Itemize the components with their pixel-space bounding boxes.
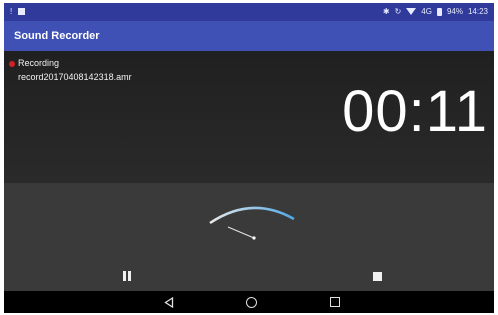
- pause-button[interactable]: [122, 271, 132, 281]
- back-icon[interactable]: [164, 297, 174, 308]
- recents-icon[interactable]: [330, 297, 340, 307]
- image-icon: [18, 8, 26, 15]
- elapsed-timer: 00:11: [342, 79, 488, 144]
- sync-icon: ↻: [394, 7, 402, 16]
- app-bar: Sound Recorder: [4, 21, 494, 51]
- status-bar-left: !: [10, 7, 26, 16]
- recording-filename: record20170408142318.amr: [18, 72, 132, 82]
- recording-status: Recording: [18, 58, 60, 68]
- needle-pivot: [252, 236, 256, 240]
- bluetooth-icon: ✱: [382, 7, 390, 16]
- stop-button[interactable]: [373, 272, 382, 281]
- meter-arc: [209, 206, 295, 225]
- status-bar: ! ✱ ↻ 4G 94% 14:23: [4, 3, 494, 21]
- status-bar-right: ✱ ↻ 4G 94% 14:23: [383, 7, 488, 16]
- network-type: 4G: [421, 7, 432, 16]
- battery-icon: [436, 7, 442, 16]
- wifi-icon: [406, 8, 417, 15]
- battery-level: 94%: [446, 7, 463, 16]
- recording-indicator-icon: [9, 61, 15, 67]
- level-meter: [209, 206, 295, 240]
- level-meter-area: [4, 183, 494, 291]
- navigation-bar: [4, 291, 494, 313]
- notification-icon: !: [10, 7, 13, 16]
- clock: 14:23: [467, 7, 488, 16]
- device-screen: ! ✱ ↻ 4G 94% 14:23 Sound Recorder Record…: [4, 3, 494, 313]
- home-icon[interactable]: [246, 297, 257, 308]
- pause-icon: [123, 271, 126, 281]
- meter-needle: [227, 226, 255, 239]
- pause-icon-bar: [128, 271, 131, 281]
- recording-panel: Recording record20170408142318.amr 00:11: [4, 51, 494, 183]
- app-title: Sound Recorder: [14, 30, 100, 42]
